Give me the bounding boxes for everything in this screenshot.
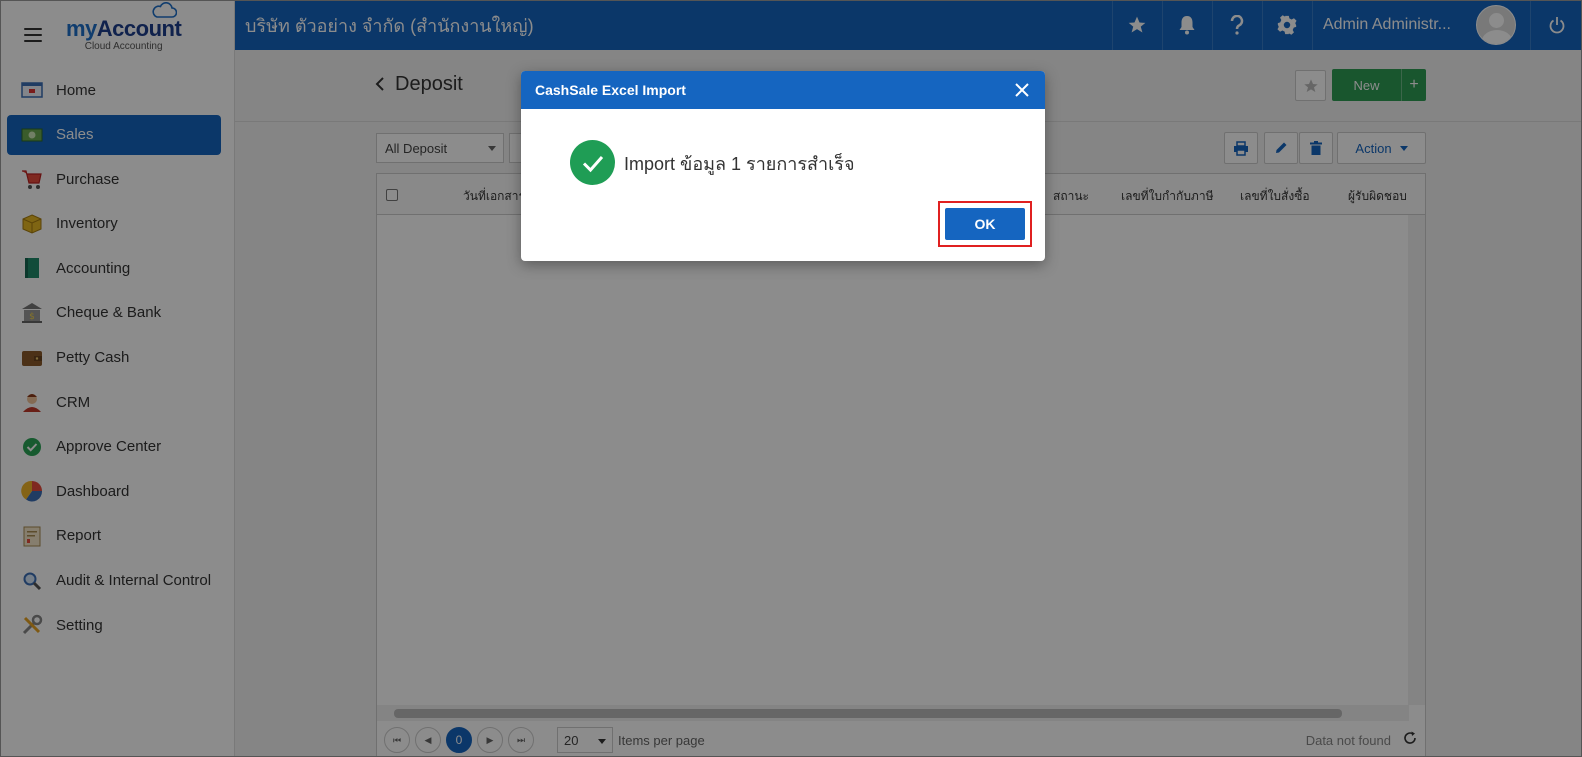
- success-check-icon: [570, 140, 615, 185]
- ok-highlight: OK: [938, 201, 1032, 247]
- ok-button[interactable]: OK: [945, 208, 1025, 240]
- dialog-title: CashSale Excel Import: [535, 82, 686, 98]
- import-success-message: Import ข้อมูล 1 รายการสำเร็จ: [624, 154, 855, 174]
- dialog-header: CashSale Excel Import: [521, 71, 1045, 109]
- close-icon[interactable]: [1013, 81, 1031, 99]
